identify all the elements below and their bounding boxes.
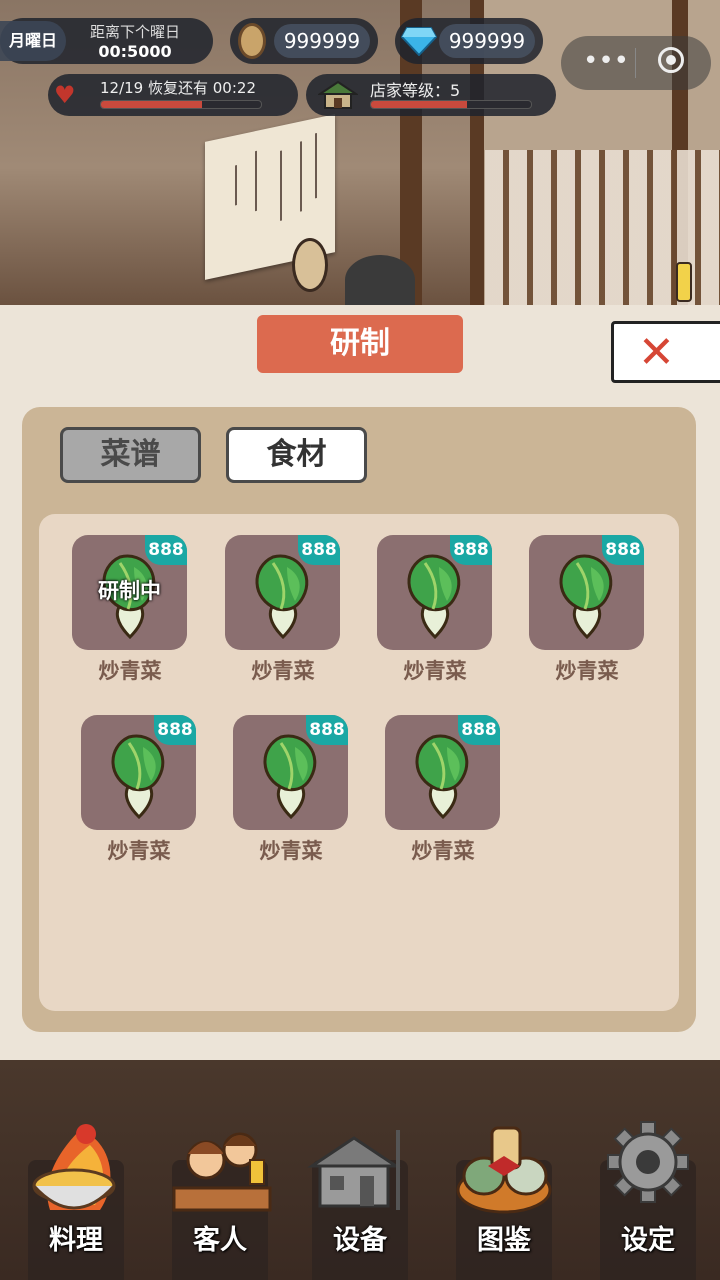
weekday-panel: 月曜日 距离下个曜日 00:5000	[0, 18, 213, 64]
coin-panel: 999999	[230, 18, 378, 64]
guests-icon	[172, 1132, 272, 1212]
building-icon	[307, 1130, 401, 1210]
stamina-panel: ♥ 12/19 恢复还有 00:22	[48, 74, 298, 116]
shop-level-bar	[370, 100, 532, 109]
heart-icon: ♥	[54, 81, 76, 109]
mini-program-capsule: •••	[561, 36, 711, 90]
diamond-icon	[401, 27, 437, 56]
stamina-text: 12/19 恢复还有 00:22	[100, 79, 256, 97]
house-icon	[318, 80, 358, 109]
nav-catalog-label: 图鉴	[477, 1225, 531, 1256]
ingredient-name: 炒青菜	[98, 659, 162, 683]
count-badge: 888	[145, 535, 187, 565]
count-badge: 888	[450, 535, 492, 565]
ingredient-card[interactable]: 888	[377, 535, 492, 650]
nav-equipment[interactable]: 设备	[300, 1120, 420, 1280]
close-mini-program-icon[interactable]	[658, 47, 684, 73]
bok-choy-icon	[415, 734, 469, 819]
count-badge: 888	[458, 715, 500, 745]
ingredient-name: 炒青菜	[251, 659, 315, 683]
character-hat	[345, 255, 415, 305]
nav-guests-label: 客人	[193, 1225, 247, 1256]
catalog-icon	[456, 1126, 552, 1214]
close-button[interactable]: ✕	[611, 321, 720, 383]
nav-catalog[interactable]: 图鉴	[444, 1120, 564, 1280]
lantern-icon	[292, 238, 328, 292]
bok-choy-icon	[111, 734, 165, 819]
tab-recipes[interactable]: 菜谱	[60, 427, 201, 483]
gear-icon	[607, 1121, 689, 1203]
stamina-bar	[100, 100, 262, 109]
next-day-label: 距离下个曜日	[89, 23, 180, 41]
panel-title: 研制	[257, 315, 463, 373]
count-badge: 888	[298, 535, 340, 565]
ingredient-card[interactable]: 888	[225, 535, 340, 650]
ingredient-name: 炒青菜	[411, 839, 475, 863]
count-badge: 888	[154, 715, 196, 745]
ingredient-card[interactable]: 888	[81, 715, 196, 830]
nav-guests[interactable]: 客人	[160, 1120, 280, 1280]
capsule-divider	[635, 48, 636, 78]
tab-ingredients[interactable]: 食材	[226, 427, 367, 483]
gem-count: 999999	[439, 24, 535, 58]
bok-choy-icon	[407, 554, 461, 639]
nav-settings[interactable]: 设定	[588, 1120, 708, 1280]
close-icon: ✕	[638, 327, 675, 378]
shop-level-panel: 店家等级：5	[306, 74, 556, 116]
bok-choy-icon	[263, 734, 317, 819]
coin-icon	[238, 23, 266, 59]
coin-count: 999999	[274, 24, 370, 58]
shop-level-text: 店家等级：5	[370, 81, 461, 100]
ingredient-name: 炒青菜	[403, 659, 467, 683]
count-badge: 888	[306, 715, 348, 745]
nav-equipment-label: 设备	[333, 1225, 387, 1256]
nav-cook[interactable]: 料理	[16, 1120, 136, 1280]
nav-settings-label: 设定	[621, 1225, 675, 1256]
ingredient-card[interactable]: 888 研制中	[72, 535, 187, 650]
ingredient-name: 炒青菜	[107, 839, 171, 863]
gem-panel: 999999	[395, 18, 543, 64]
next-day-timer: 00:5000	[98, 42, 172, 61]
cooking-pot-icon	[32, 1124, 116, 1210]
more-icon[interactable]: •••	[583, 46, 629, 76]
nav-cook-label: 料理	[49, 1225, 103, 1256]
bok-choy-icon	[255, 554, 309, 639]
exclamation-icon	[676, 262, 692, 302]
ingredient-card[interactable]: 888	[385, 715, 500, 830]
ingredient-card[interactable]: 888	[233, 715, 348, 830]
ingredient-card[interactable]: 888	[529, 535, 644, 650]
weekday-label: 月曜日	[0, 21, 66, 61]
bok-choy-icon	[559, 554, 613, 639]
ingredient-name: 炒青菜	[259, 839, 323, 863]
ingredient-name: 炒青菜	[555, 659, 619, 683]
count-badge: 888	[602, 535, 644, 565]
status-label: 研制中	[98, 579, 161, 603]
